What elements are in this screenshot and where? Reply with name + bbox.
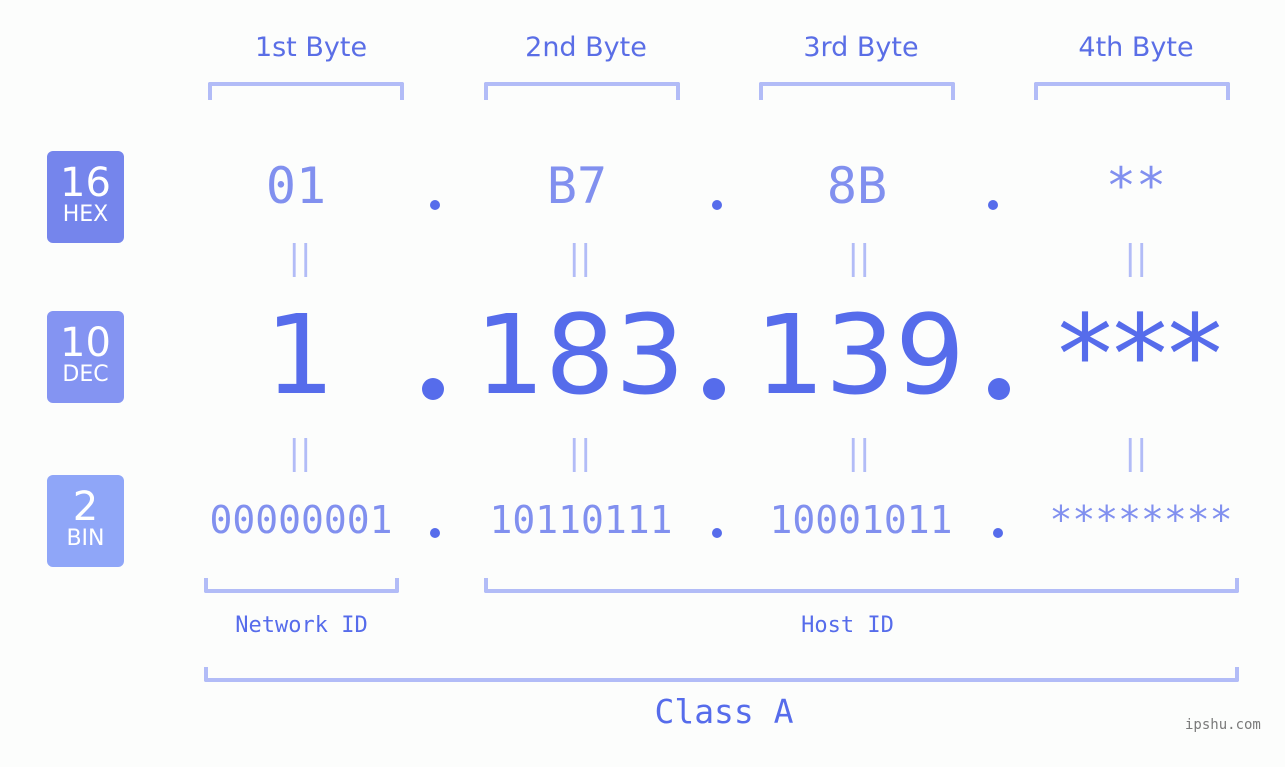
- hex-value-3: 8B: [826, 157, 888, 215]
- watermark: ipshu.com: [1185, 717, 1261, 733]
- bin-badge: 2 BIN: [47, 475, 124, 567]
- hex-badge-label: HEX: [62, 202, 109, 227]
- hex-separator-dot-2: [712, 200, 722, 210]
- byte-label-3: 3rd Byte: [803, 32, 919, 63]
- hex-value-1: 01: [265, 157, 327, 215]
- dec-value-1: 1: [265, 291, 335, 419]
- equals-dec-bin-2: ||: [568, 433, 592, 473]
- bin-value-4: ********: [1049, 498, 1233, 542]
- network-id-bracket: [204, 578, 399, 593]
- class-label: Class A: [654, 692, 794, 731]
- equals-hex-dec-4: ||: [1124, 238, 1148, 278]
- byte-bracket-4: [1034, 82, 1230, 100]
- hex-value-4: **: [1105, 157, 1167, 215]
- hex-value-2: B7: [546, 157, 608, 215]
- equals-dec-bin-1: ||: [288, 433, 312, 473]
- byte-label-2: 2nd Byte: [525, 32, 647, 63]
- hex-separator-dot-1: [430, 200, 440, 210]
- hex-badge: 16 HEX: [47, 151, 124, 243]
- dec-badge-number: 10: [60, 320, 111, 366]
- byte-bracket-2: [484, 82, 680, 100]
- equals-hex-dec-2: ||: [568, 238, 592, 278]
- dec-separator-dot-2: [703, 378, 725, 400]
- bin-separator-dot-1: [430, 528, 440, 538]
- bin-value-1: 00000001: [209, 498, 393, 542]
- dec-badge: 10 DEC: [47, 311, 124, 403]
- byte-bracket-3: [759, 82, 955, 100]
- equals-dec-bin-3: ||: [847, 433, 871, 473]
- bin-separator-dot-3: [993, 528, 1003, 538]
- byte-bracket-1: [208, 82, 404, 100]
- hex-separator-dot-3: [988, 200, 998, 210]
- bin-badge-label: BIN: [66, 526, 105, 551]
- byte-label-4: 4th Byte: [1078, 32, 1194, 63]
- class-bracket: [204, 667, 1239, 682]
- dec-value-4: ***: [1057, 291, 1223, 419]
- dec-value-3: 139: [755, 291, 965, 419]
- bin-badge-number: 2: [72, 484, 99, 530]
- dec-value-2: 183: [475, 291, 685, 419]
- network-id-label: Network ID: [235, 613, 368, 638]
- hex-badge-number: 16: [60, 160, 111, 206]
- bin-value-2: 10110111: [489, 498, 673, 542]
- bin-value-3: 10001011: [769, 498, 953, 542]
- bin-separator-dot-2: [712, 528, 722, 538]
- byte-label-1: 1st Byte: [254, 32, 368, 63]
- dec-separator-dot-1: [422, 378, 444, 400]
- host-id-bracket: [484, 578, 1239, 593]
- equals-dec-bin-4: ||: [1124, 433, 1148, 473]
- host-id-label: Host ID: [801, 613, 894, 638]
- dec-separator-dot-3: [988, 378, 1010, 400]
- dec-badge-label: DEC: [62, 362, 109, 387]
- equals-hex-dec-3: ||: [847, 238, 871, 278]
- equals-hex-dec-1: ||: [288, 238, 312, 278]
